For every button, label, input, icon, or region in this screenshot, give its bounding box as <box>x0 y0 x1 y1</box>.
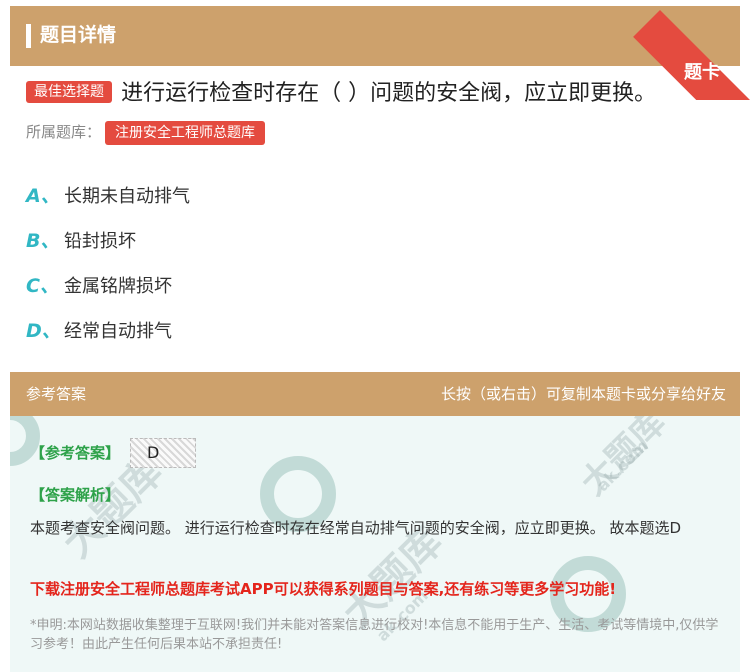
option-letter: D、 <box>26 320 61 342</box>
option-letter: B、 <box>26 230 60 252</box>
answer-section-header: 参考答案 长按（或右击）可复制本题卡或分享给好友 <box>10 372 740 416</box>
explanation-text: 本题考查安全阀问题。 进行运行检查时存在经常自动排气问题的安全阀，应立即更换。 … <box>30 519 682 537</box>
app-promo-link[interactable]: 下载注册安全工程师总题库考试APP可以获得系列题目与答案,还有练习等更多学习功能… <box>30 578 616 599</box>
option-text: 经常自动排气 <box>64 320 172 342</box>
question-block: 最佳选择题 进行运行检查时存在（ ）问题的安全阀，应立即更换。 <box>26 78 736 110</box>
option-text: 铅封损坏 <box>64 230 136 252</box>
answer-section-title: 参考答案 <box>26 385 87 403</box>
option-letter: C、 <box>26 275 59 297</box>
watermark-url: ak.com <box>592 435 652 496</box>
detail-header: 题目详情 <box>10 6 740 66</box>
question-type-badge: 最佳选择题 <box>26 81 112 103</box>
option-c[interactable]: C、 金属铭牌损坏 <box>26 262 190 307</box>
question-bank: 所属题库： 注册安全工程师总题库 <box>26 120 266 145</box>
option-text: 长期未自动排气 <box>64 185 190 207</box>
option-text: 金属铭牌损坏 <box>64 275 172 297</box>
share-hint: 长按（或右击）可复制本题卡或分享给好友 <box>440 385 726 403</box>
answer-label: 【参考答案】 <box>30 444 121 462</box>
option-a[interactable]: A、 长期未自动排气 <box>26 172 190 217</box>
options-list: A、 长期未自动排气 B、 铅封损坏 C、 金属铭牌损坏 D、 经常自动排气 <box>26 172 190 352</box>
bank-name-tag[interactable]: 注册安全工程师总题库 <box>105 121 266 145</box>
bank-label: 所属题库： <box>26 123 102 141</box>
page-title: 题目详情 <box>40 24 117 46</box>
question-text: 进行运行检查时存在（ ）问题的安全阀，应立即更换。 <box>121 81 657 106</box>
answer-value: D <box>130 438 196 468</box>
explanation-label: 【答案解析】 <box>30 486 121 504</box>
watermark-text: 大题库 <box>573 416 674 504</box>
option-letter: A、 <box>26 185 60 207</box>
header-accent-bar <box>26 24 31 48</box>
disclaimer-text: *申明:本网站数据收集整理于互联网!我们并未能对答案信息进行校对!本信息不能用于… <box>30 618 719 652</box>
answer-box: 大题库 大题库 大题库 ak.com ak.com 【参考答案】 D 【答案解析… <box>10 416 740 672</box>
option-d[interactable]: D、 经常自动排气 <box>26 307 190 352</box>
option-b[interactable]: B、 铅封损坏 <box>26 217 190 262</box>
